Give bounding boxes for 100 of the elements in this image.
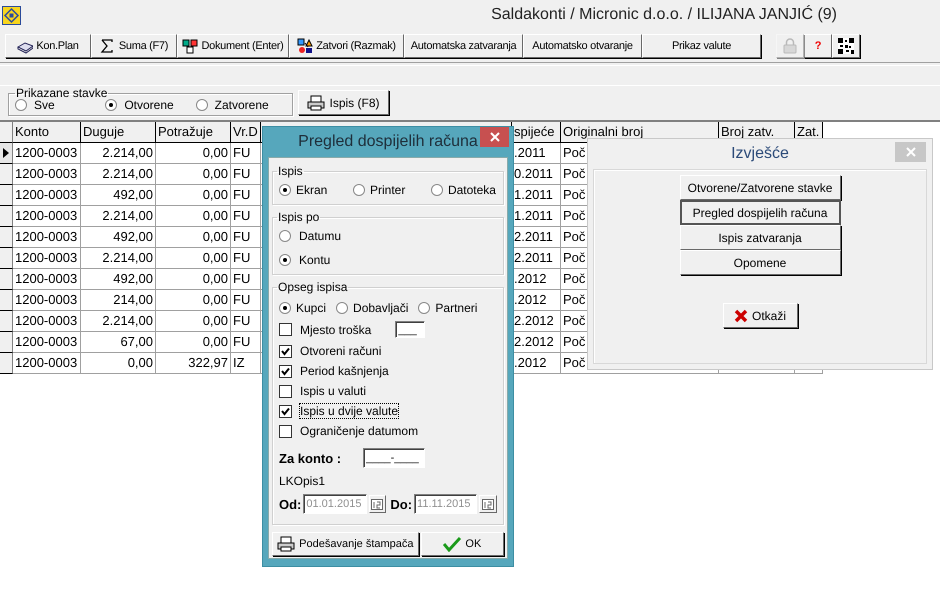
row-selector[interactable] xyxy=(0,227,13,248)
row-selector[interactable] xyxy=(0,143,13,164)
radio-label: Printer xyxy=(370,183,406,197)
column-header: Vr.D xyxy=(231,122,261,143)
report-button[interactable]: Opomene xyxy=(680,250,840,275)
table-cell: 492,00 xyxy=(81,269,156,290)
row-selector[interactable] xyxy=(0,332,13,353)
ok-button[interactable]: OK xyxy=(420,532,504,556)
radio-button[interactable] xyxy=(430,184,443,196)
column-header: Duguje xyxy=(81,122,156,143)
toolbar-button[interactable]: Suma (F7) xyxy=(91,34,177,58)
calendar-button[interactable] xyxy=(479,495,497,513)
radio-button[interactable] xyxy=(279,302,291,314)
row-selector[interactable] xyxy=(0,311,13,332)
row-selector[interactable] xyxy=(0,269,13,290)
table-cell: 1200-0003 xyxy=(13,248,81,269)
cross-icon xyxy=(734,308,748,322)
table-cell: 1200-0003 xyxy=(13,269,81,290)
table-cell: FU xyxy=(231,143,261,164)
radio-button[interactable] xyxy=(15,99,27,111)
printer-settings-button[interactable]: Podešavanje štampača xyxy=(272,532,419,556)
table-cell: 214,00 xyxy=(81,290,156,311)
help-button[interactable]: ? xyxy=(804,34,832,58)
table-cell: 0,00 xyxy=(156,248,231,269)
row-selector[interactable] xyxy=(0,353,13,374)
table-cell: 1200-0003 xyxy=(13,206,81,227)
calendar-icon xyxy=(482,498,494,510)
row-selector[interactable] xyxy=(0,206,13,227)
radio-label: Partneri xyxy=(435,301,478,315)
radio-button[interactable] xyxy=(279,230,291,242)
table-cell: 1200-0003 xyxy=(13,227,81,248)
toolbar-button[interactable]: Zatvori (Razmak) xyxy=(289,34,404,58)
printer-icon xyxy=(277,536,296,552)
radio-button[interactable] xyxy=(279,184,291,196)
table-cell: FU xyxy=(231,269,261,290)
close-button[interactable] xyxy=(480,127,509,147)
checkmark-icon xyxy=(281,346,290,356)
table-cell: 0,00 xyxy=(156,269,231,290)
table-cell: 2.214,00 xyxy=(81,164,156,185)
input-field[interactable]: ____-____ xyxy=(363,448,426,468)
toolbar-button[interactable]: Kon.Plan xyxy=(5,34,91,58)
field-label: Za konto : xyxy=(279,450,342,466)
checkbox[interactable] xyxy=(279,424,292,438)
radio-button[interactable] xyxy=(196,99,208,111)
checkbox-label: Otvoreni računi xyxy=(300,344,382,358)
print-button[interactable]: Ispis (F8) xyxy=(298,90,389,115)
table-cell: 0,00 xyxy=(156,290,231,311)
radio-button[interactable] xyxy=(352,184,365,196)
printer-icon xyxy=(307,94,326,110)
table-cell: 2.214,00 xyxy=(81,311,156,332)
table-cell: FU xyxy=(231,290,261,311)
radio-button[interactable] xyxy=(279,254,291,266)
table-cell: 0,00 xyxy=(156,185,231,206)
table-cell: 0,00 xyxy=(156,164,231,185)
report-button[interactable]: Ispis zatvaranja xyxy=(680,225,840,250)
checkbox[interactable] xyxy=(279,384,292,398)
checkbox-label: Ispis u valuti xyxy=(300,384,366,398)
checkbox[interactable] xyxy=(279,323,292,336)
table-cell: FU xyxy=(231,227,261,248)
checkmark-icon xyxy=(443,536,462,552)
radio-label: Dobavljači xyxy=(353,301,408,315)
table-cell: 1200-0003 xyxy=(13,164,81,185)
table-cell: 0,00 xyxy=(156,332,231,353)
calendar-button[interactable] xyxy=(368,495,386,513)
radio-label: Kupci xyxy=(296,301,326,315)
toolbar-button[interactable]: Prikaz valute xyxy=(642,34,761,58)
column-header: Potražuje xyxy=(156,122,231,143)
checkbox[interactable] xyxy=(279,404,292,418)
toolbar-button[interactable]: Dokument (Enter) xyxy=(177,34,289,58)
radio-button[interactable] xyxy=(336,302,348,314)
radio-label: Otvorene xyxy=(124,98,174,112)
row-selector[interactable] xyxy=(0,185,13,206)
checkbox[interactable] xyxy=(279,344,292,358)
radio-label: Ekran xyxy=(296,183,328,197)
table-cell: 67,00 xyxy=(81,332,156,353)
toolbar-button[interactable]: Automatsko otvaranje xyxy=(523,34,642,58)
column-header: Konto xyxy=(13,122,81,143)
grid-button[interactable] xyxy=(832,34,860,58)
group-label: Ispis xyxy=(277,164,304,178)
row-selector[interactable] xyxy=(0,164,13,185)
report-button[interactable]: Pregled dospijelih računa xyxy=(680,200,840,225)
radio-label: Kontu xyxy=(299,253,330,267)
radio-button[interactable] xyxy=(418,302,430,314)
table-cell: 2.214,00 xyxy=(81,143,156,164)
input-field[interactable]: ___ xyxy=(395,321,426,338)
row-selector[interactable] xyxy=(0,248,13,269)
table-cell: 492,00 xyxy=(81,185,156,206)
report-button[interactable]: Otvorene/Zatvorene stavke xyxy=(680,175,840,200)
checkmark-icon xyxy=(281,366,290,376)
toolbar-button[interactable]: Automatska zatvaranja xyxy=(404,34,523,58)
field-label: Od: xyxy=(279,496,302,512)
row-selector[interactable] xyxy=(0,290,13,311)
table-cell: 1200-0003 xyxy=(13,185,81,206)
radio-button[interactable] xyxy=(105,99,118,111)
checkbox-label: Mjesto troška xyxy=(300,322,372,336)
checkbox[interactable] xyxy=(279,364,292,378)
table-cell: 322,97 xyxy=(156,353,231,374)
dialog-title: Pregled dospijelih računa xyxy=(298,133,478,151)
checkbox-label: Ispis u dvije valute xyxy=(300,404,398,418)
cancel-button[interactable]: Otkaži xyxy=(722,303,798,328)
